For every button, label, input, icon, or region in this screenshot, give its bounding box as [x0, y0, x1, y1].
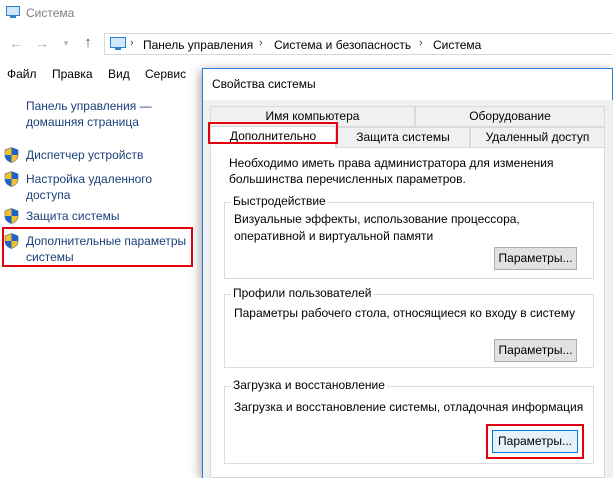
system-app-icon: [6, 6, 20, 18]
window-title: Система: [26, 6, 75, 20]
back-arrow-icon[interactable]: ←: [8, 35, 24, 51]
menu-service[interactable]: Сервис: [145, 67, 186, 81]
group-user-profiles-title: Профили пользователей: [231, 286, 374, 300]
breadcrumb-control-panel[interactable]: Панель управления: [143, 38, 253, 52]
breadcrumb-separator-icon[interactable]: ›: [259, 37, 263, 49]
menu-file[interactable]: Файл: [7, 67, 37, 81]
tab-hardware[interactable]: Оборудование: [415, 106, 605, 127]
highlight-frame-tab: [208, 122, 338, 144]
group-user-profiles-text: Параметры рабочего стола, относящиеся ко…: [234, 306, 576, 320]
breadcrumb-separator-icon[interactable]: ›: [419, 37, 423, 49]
user-profiles-settings-button[interactable]: Параметры...: [494, 339, 577, 362]
shield-icon: [4, 147, 19, 163]
group-startup-recovery-title: Загрузка и восстановление: [231, 378, 387, 392]
sidebar-item-remote-access[interactable]: Настройка удаленного доступа: [26, 171, 186, 203]
sidebar-home-link[interactable]: Панель управления — домашняя страница: [26, 98, 186, 130]
computer-icon: [110, 37, 126, 50]
breadcrumb-system[interactable]: Система: [433, 38, 481, 52]
tab-remote-access[interactable]: Удаленный доступ: [470, 127, 605, 148]
highlight-frame-sidebar: [2, 227, 193, 267]
group-performance-title: Быстродействие: [231, 194, 328, 208]
dialog-title: Свойства системы: [212, 77, 316, 91]
breadcrumb-system-security[interactable]: Система и безопасность: [274, 38, 411, 52]
sidebar-item-device-manager[interactable]: Диспетчер устройств: [26, 147, 143, 163]
up-arrow-icon[interactable]: ↑: [80, 35, 96, 51]
shield-icon: [4, 208, 19, 224]
group-performance-text: Визуальные эффекты, использование процес…: [234, 212, 520, 243]
history-dropdown-icon[interactable]: ▾: [58, 35, 74, 51]
highlight-frame-button: [486, 424, 584, 459]
window-titlebar: [0, 0, 613, 28]
shield-icon: [4, 171, 19, 187]
admin-rights-note: Необходимо иметь права администратора дл…: [229, 156, 554, 186]
tab-system-protection[interactable]: Защита системы: [336, 127, 470, 148]
forward-arrow-icon[interactable]: →: [34, 35, 50, 51]
sidebar-item-system-protection[interactable]: Защита системы: [26, 208, 119, 224]
menu-view[interactable]: Вид: [108, 67, 130, 81]
group-startup-recovery-text: Загрузка и восстановление системы, отлад…: [234, 400, 584, 414]
menu-edit[interactable]: Правка: [52, 67, 93, 81]
performance-settings-button[interactable]: Параметры...: [494, 247, 577, 270]
breadcrumb-separator-icon[interactable]: ›: [130, 37, 134, 49]
